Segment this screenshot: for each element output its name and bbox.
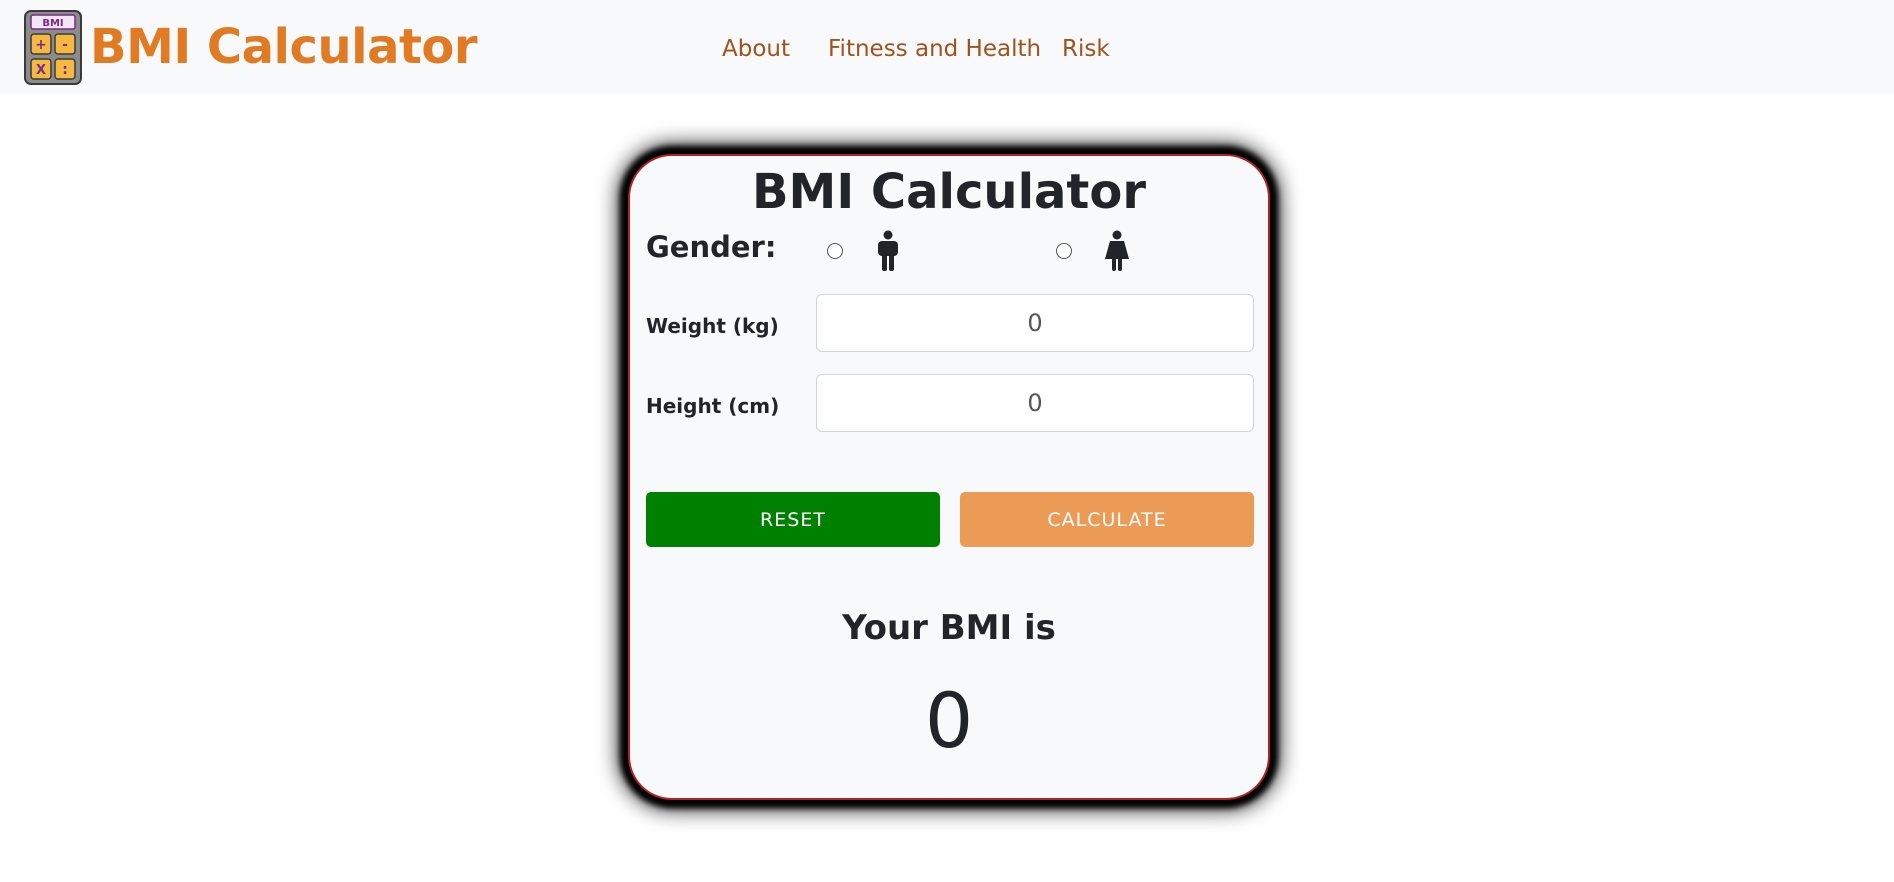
svg-text:X: X — [36, 63, 46, 78]
gender-label: Gender: — [646, 230, 777, 264]
height-label: Height (cm) — [646, 394, 780, 418]
weight-input[interactable] — [816, 294, 1254, 352]
svg-text:+: + — [35, 37, 47, 53]
bmi-result-value: 0 — [924, 676, 974, 765]
svg-text::: : — [62, 62, 68, 78]
svg-text:BMI: BMI — [42, 18, 63, 29]
nav-link-risk[interactable]: Risk — [1062, 36, 1110, 62]
male-icon — [878, 230, 898, 271]
card-title: BMI Calculator — [751, 164, 1147, 220]
brand[interactable]: BMI + - X : BMI Calculator — [24, 10, 478, 85]
brand-title: BMI Calculator — [90, 19, 478, 75]
weight-label: Weight (kg) — [646, 314, 779, 338]
calculate-button[interactable]: CALCULATE — [960, 492, 1254, 547]
gender-female-radio[interactable] — [1056, 243, 1072, 259]
gender-male-radio[interactable] — [827, 243, 843, 259]
height-input[interactable] — [816, 374, 1254, 432]
svg-text:-: - — [62, 37, 68, 53]
calculator-logo-icon: BMI + - X : — [24, 10, 82, 85]
reset-button[interactable]: RESET — [646, 492, 940, 547]
result-label: Your BMI is — [842, 608, 1056, 648]
nav-link-fitness-and-health[interactable]: Fitness and Health — [828, 36, 1041, 62]
bmi-card: BMI Calculator Gender: Weight (kg) Heigh… — [628, 154, 1270, 800]
nav-link-about[interactable]: About — [722, 36, 790, 62]
female-icon — [1105, 230, 1129, 271]
navbar: BMI + - X : BMI Calculator About Fitness… — [0, 0, 1894, 94]
